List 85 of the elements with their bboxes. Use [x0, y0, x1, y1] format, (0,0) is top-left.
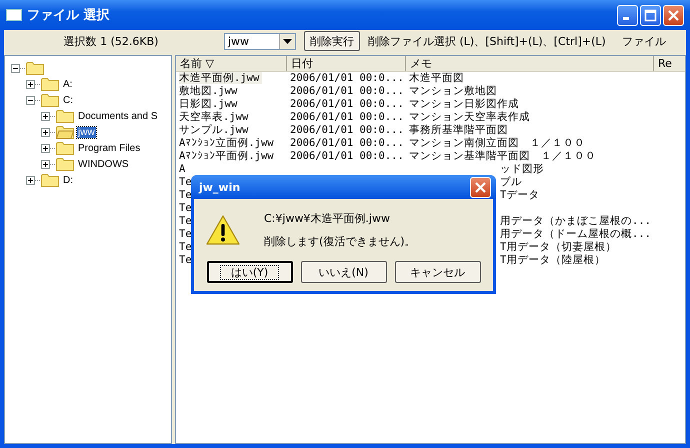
file-name-cell[interactable]: Aﾏﾝｼｮﾝ立面例.jww	[179, 137, 277, 149]
folder-icon	[56, 157, 74, 171]
dialog-message: 削除します(復活できません)。	[264, 234, 416, 249]
warning-icon	[206, 215, 240, 245]
folder-dropdown[interactable]: jww	[224, 32, 296, 50]
file-name-cell[interactable]: Te	[179, 189, 195, 201]
tree-item[interactable]: D:	[62, 174, 74, 186]
shortcut-hint: 削除ファイル選択 (L)、[Shift]+(L)、[Ctrl]+(L)	[368, 34, 606, 48]
file-name-cell[interactable]: Te	[179, 215, 195, 227]
collapse-icon[interactable]	[11, 64, 20, 72]
folder-icon	[56, 109, 74, 123]
memo-cell: ッド図形	[500, 163, 544, 175]
window-icon	[6, 9, 22, 21]
dialog-button[interactable]: キャンセル	[394, 261, 480, 283]
tree-item[interactable]: Program Files	[77, 142, 142, 154]
expand-icon[interactable]	[26, 80, 35, 88]
date-cell-text: 2006/01/01 00:0...	[289, 85, 405, 98]
memo-cell-text: マンション敷地図	[408, 85, 498, 98]
dialog-close-button[interactable]	[470, 176, 491, 198]
memo-cell-text: 木造平面図	[408, 72, 464, 85]
dialog-button[interactable]: はい(Y)	[206, 261, 292, 283]
folder-icon	[41, 77, 59, 91]
minimize-button[interactable]	[617, 4, 638, 26]
tree-item[interactable]: jww	[77, 126, 96, 138]
collapse-icon[interactable]	[26, 96, 35, 104]
file-name-cell[interactable]: 敷地図.jww	[179, 85, 240, 97]
file-name-cell[interactable]: 日影図.jww	[179, 98, 240, 110]
memo-cell-text: 事務所基準階平面図	[408, 124, 509, 137]
column-header[interactable]: Re	[654, 56, 685, 71]
expand-icon[interactable]	[41, 128, 50, 136]
folder-icon	[26, 61, 44, 75]
file-name-cell[interactable]: Te	[179, 254, 195, 266]
memo-cell: 用データ（かまぼこ屋根の...	[500, 215, 651, 227]
delete-button[interactable]: 削除実行	[304, 31, 360, 51]
date-cell-text: 2006/01/01 00:0...	[289, 98, 405, 111]
expand-icon[interactable]	[26, 176, 35, 184]
memo-cell-text: マンション基準階平面図 １／１００	[408, 150, 597, 163]
maximize-icon	[644, 8, 657, 22]
expand-icon[interactable]	[41, 144, 50, 152]
close-button[interactable]	[663, 4, 684, 26]
open-folder-icon	[56, 125, 74, 139]
expand-icon[interactable]	[41, 160, 50, 168]
date-cell-text: 2006/01/01 00:0...	[289, 137, 405, 150]
selection-info: 選択数 1 (52.6KB)	[62, 34, 160, 48]
file-name-cell[interactable]: サンプル.jww	[179, 124, 252, 136]
maximize-button[interactable]	[640, 4, 661, 26]
toolbar-label: ファイル	[622, 34, 666, 48]
folder-icon	[41, 93, 59, 107]
folder-icon	[41, 173, 59, 187]
file-name-cell[interactable]: 天空率表.jww	[179, 111, 252, 123]
date-cell-text: 2006/01/01 00:0...	[289, 111, 405, 124]
memo-cell-text: マンション天空率表作成	[408, 111, 531, 124]
tree-item[interactable]: A:	[62, 78, 74, 90]
file-name-cell[interactable]: A	[179, 163, 188, 175]
minimize-icon	[622, 16, 628, 20]
date-cell-text: 2006/01/01 00:0...	[289, 124, 405, 137]
memo-cell: T用データ（切妻屋根）	[500, 241, 616, 253]
memo-cell-text: マンション南側立面図 １／１００	[408, 137, 586, 150]
column-header[interactable]: 名前 ▽	[176, 56, 287, 71]
file-name-cell[interactable]: Aﾏﾝｼｮﾝ平面例.jww	[179, 150, 277, 162]
folder-icon	[56, 141, 74, 155]
memo-cell: 用データ（ドーム屋根の概...	[500, 228, 651, 240]
window-title: ファイル 選択	[27, 7, 111, 24]
date-cell-text: 2006/01/01 00:0...	[289, 150, 405, 163]
file-name-cell[interactable]: 木造平面例.jww	[179, 72, 262, 84]
memo-cell: T用データ（陸屋根）	[500, 254, 606, 266]
file-name-cell[interactable]: Te	[179, 241, 195, 253]
column-header[interactable]: 日付	[287, 56, 406, 71]
dialog-message: C:¥jww¥木造平面例.jww	[264, 211, 391, 226]
tree-item[interactable]: Documents and S	[77, 110, 158, 122]
date-cell-text: 2006/01/01 00:0...	[289, 72, 405, 85]
close-icon	[474, 180, 487, 194]
file-name-cell[interactable]: Te	[179, 202, 195, 214]
memo-cell: Tデータ	[500, 189, 540, 201]
file-name-cell[interactable]: Te	[179, 176, 195, 188]
tree-item[interactable]: WINDOWS	[77, 158, 130, 170]
memo-cell: ブル	[500, 176, 522, 188]
column-header[interactable]: メモ	[406, 56, 654, 71]
expand-icon[interactable]	[41, 112, 50, 120]
file-name-cell[interactable]: Te	[179, 228, 195, 240]
dialog-title: jw_win	[199, 180, 240, 194]
close-icon	[667, 8, 680, 22]
memo-cell-text: マンション日影図作成	[408, 98, 520, 111]
tree-item[interactable]: C:	[62, 94, 74, 106]
dialog-button[interactable]: いいえ(N)	[300, 261, 386, 283]
